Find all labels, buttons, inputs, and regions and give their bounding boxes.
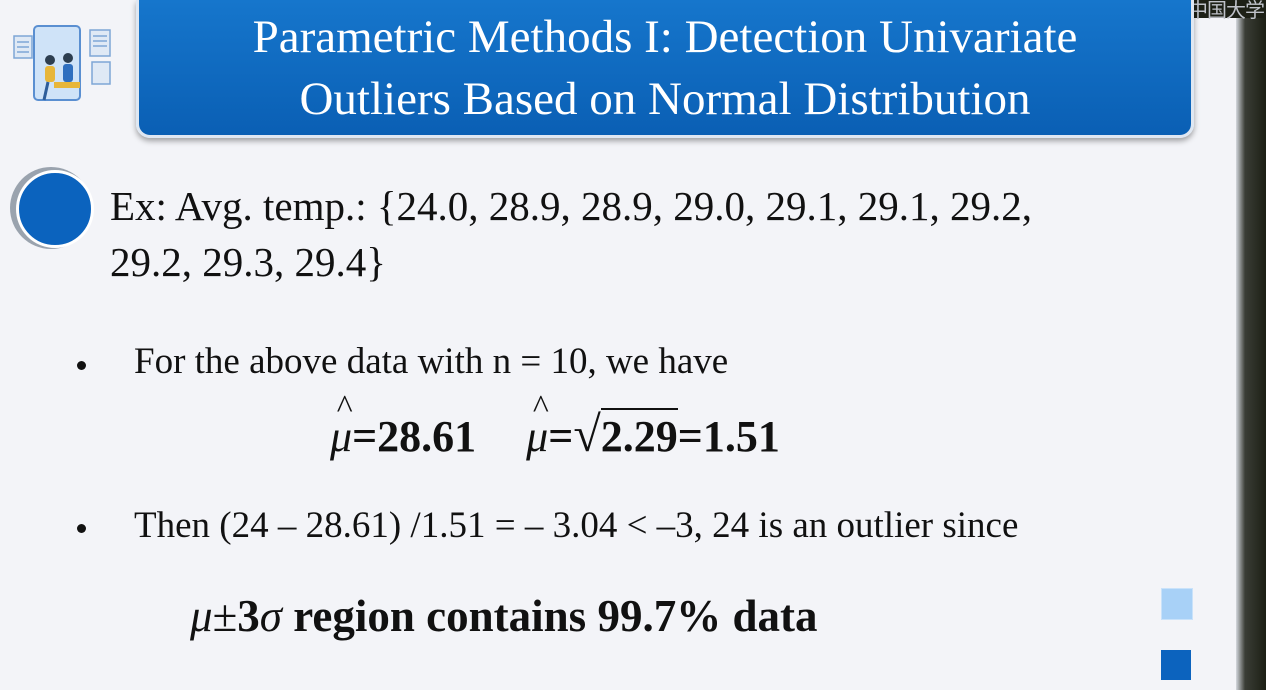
sqrt-symbol: √ (573, 406, 601, 462)
three-sigma-statement: μ±3σ region contains 99.7% data (190, 591, 818, 641)
bullet-text-first: For the above data with n = 10, we have (134, 341, 729, 382)
nav-square-light[interactable] (1161, 588, 1193, 620)
mu-hat-symbol-2: ^ μ (526, 389, 549, 461)
bullet-dot (77, 361, 86, 370)
watermark: 中国大学 (1188, 0, 1265, 22)
title-line-2: Outliers Based on Normal Distribution (299, 73, 1031, 125)
example-data: Ex: Avg. temp.: {24.0, 28.9, 28.9, 29.0,… (110, 178, 1220, 290)
slide-title-banner: Parametric Methods I: Detection Univaria… (136, 0, 1194, 138)
example-line-2: 29.2, 29.3, 29.4} (110, 239, 386, 285)
right-frame (1126, 0, 1266, 690)
title-line-1: Parametric Methods I: Detection Univaria… (252, 11, 1078, 63)
nav-square-dark[interactable] (1161, 650, 1191, 680)
equals-sign: = (548, 412, 574, 461)
people-at-screen-illustration (13, 25, 111, 101)
bullet-dot (77, 524, 86, 533)
bullet-text-second: Then (24 – 28.61) /1.51 = – 3.04 < –3, 2… (134, 505, 1019, 546)
section-bullet-circle (16, 170, 94, 248)
mu-hat-symbol: ^ μ (330, 389, 353, 461)
estimate-formula: ^ μ=28.61 ^ μ=√2.29=1.51 (330, 389, 780, 463)
variance-value: 2.29 (600, 408, 678, 461)
mean-estimate: =28.61 (352, 412, 477, 461)
example-line-1: Ex: Avg. temp.: {24.0, 28.9, 28.9, 29.0,… (110, 183, 1033, 229)
std-estimate: =1.51 (677, 412, 780, 461)
